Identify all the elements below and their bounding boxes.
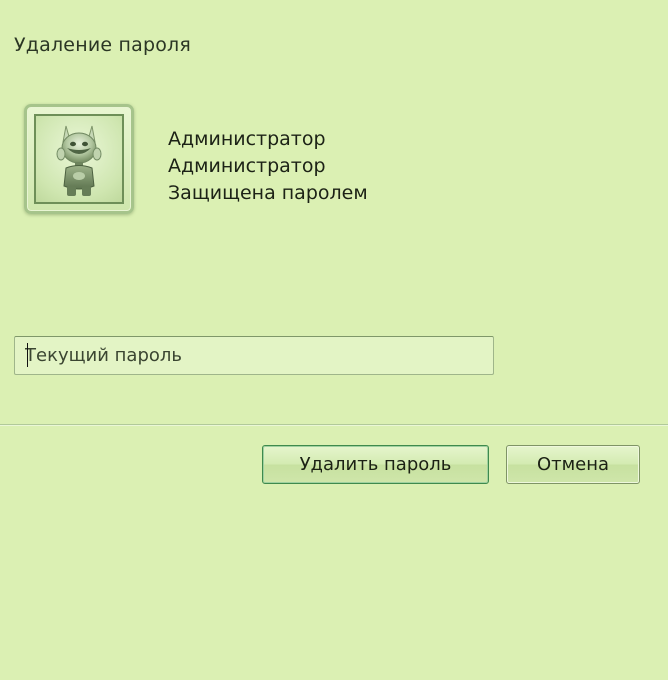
user-account-type: Администратор — [168, 155, 326, 177]
remove-password-button[interactable]: Удалить пароль — [262, 445, 489, 484]
divider — [0, 424, 668, 426]
user-avatar — [24, 104, 134, 214]
avatar-picture — [34, 114, 124, 204]
robot-avatar-icon — [56, 125, 102, 196]
user-password-status: Защищена паролем — [168, 182, 368, 204]
text-caret — [27, 343, 28, 367]
user-name: Администратор — [168, 128, 326, 150]
page-title: Удаление пароля — [14, 34, 192, 56]
cancel-button[interactable]: Отмена — [506, 445, 640, 484]
current-password-input[interactable] — [14, 336, 494, 375]
user-info: Администратор Администратор Защищена пар… — [168, 126, 368, 207]
